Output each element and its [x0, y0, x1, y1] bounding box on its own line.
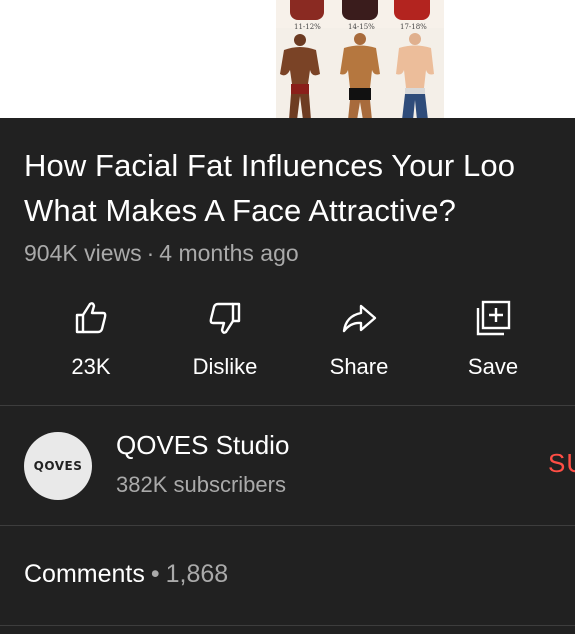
action-bar: 23K Dislike Share Save: [24, 298, 564, 388]
save-button[interactable]: Save: [426, 298, 560, 388]
subscribe-button[interactable]: SU: [548, 448, 575, 479]
dislike-label: Dislike: [192, 354, 258, 379]
comments-count: 1,868: [165, 560, 229, 588]
body-figures-illustration: [280, 33, 434, 118]
avatar-logo-text: QOVES: [33, 459, 83, 473]
figure-bodybuilder: [280, 34, 320, 118]
video-title-line-2: What Makes A Face Attractive?: [24, 193, 456, 228]
comments-separator: •: [150, 560, 160, 588]
upper-figure-left: [290, 0, 324, 20]
divider-top: [0, 405, 575, 406]
meta-separator: ·: [146, 240, 155, 266]
figure-lean-muscular: [340, 33, 380, 118]
video-title[interactable]: How Facial Fat Influences Your Loo What …: [24, 143, 575, 233]
video-watch-page: 11-12% 14-15% 17-18% How Facial Fat Infl…: [0, 0, 575, 634]
channel-avatar[interactable]: QOVES: [24, 432, 92, 500]
share-label: Share: [329, 354, 389, 379]
divider-middle: [0, 525, 575, 526]
channel-name[interactable]: QOVES Studio: [116, 430, 289, 461]
upload-age: 4 months ago: [159, 240, 299, 266]
thumbs-down-icon: [209, 302, 241, 334]
comments-label: Comments: [24, 560, 145, 588]
upper-figure-mid: [342, 0, 378, 20]
share-arrow-icon: [342, 304, 377, 333]
comments-header[interactable]: Comments • 1,868: [24, 560, 228, 589]
save-label: Save: [467, 354, 519, 379]
subscriber-count: 382K subscribers: [116, 472, 286, 497]
like-count: 23K: [71, 354, 111, 379]
share-button[interactable]: Share: [292, 298, 426, 388]
add-to-playlist-icon: [476, 300, 511, 336]
like-button[interactable]: 23K: [24, 298, 158, 388]
figure-jeans: [396, 33, 434, 118]
upper-figure-right: [394, 0, 430, 20]
view-count: 904K views: [24, 240, 142, 266]
body-fat-chart-image: 11-12% 14-15% 17-18%: [276, 0, 444, 118]
thumbs-up-icon: [75, 302, 107, 334]
divider-bottom: [0, 625, 575, 626]
video-player[interactable]: 11-12% 14-15% 17-18%: [0, 0, 575, 118]
video-metadata: 904K views · 4 months ago: [24, 240, 299, 267]
video-title-line-1: How Facial Fat Influences Your Loo: [24, 148, 516, 183]
dislike-button[interactable]: Dislike: [158, 298, 292, 388]
